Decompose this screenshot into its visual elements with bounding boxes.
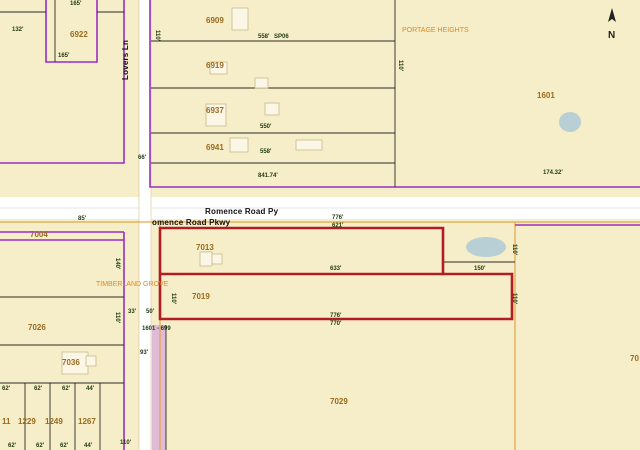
dimension-label: 1601 - 699 bbox=[142, 326, 171, 332]
dimension-label: 140' bbox=[114, 258, 120, 270]
parcel-number: 6922 bbox=[70, 30, 88, 39]
dimension-label: 110' bbox=[120, 440, 132, 446]
pond bbox=[559, 112, 581, 132]
dimension-label: 85' bbox=[78, 216, 87, 222]
road-label-romence-lower: omence Road Pkwy bbox=[152, 218, 231, 227]
dimension-label: 62' bbox=[62, 386, 71, 392]
dimension-label: 165' bbox=[58, 53, 70, 59]
parcel-number: 7019 bbox=[192, 292, 210, 301]
dimension-label: 62' bbox=[8, 443, 17, 449]
road-label-lovers-lane: Lovers Ln bbox=[121, 40, 130, 80]
parcel-number: 6909 bbox=[206, 16, 224, 25]
dimension-label: 558' bbox=[258, 34, 270, 40]
dimension-label: 110' bbox=[511, 293, 517, 305]
dimension-label: 770' bbox=[330, 321, 342, 327]
parcel-number: 7004 bbox=[30, 230, 48, 239]
dimension-label: 44' bbox=[86, 386, 95, 392]
dimension-label: 44' bbox=[84, 443, 93, 449]
dimension-label: 66' bbox=[138, 155, 147, 161]
parcel-number: 1267 bbox=[78, 417, 96, 426]
parcel-number: 11 bbox=[2, 417, 11, 426]
dimension-label: 550' bbox=[260, 124, 272, 130]
parcel-number: 6919 bbox=[206, 61, 224, 70]
dimension-label: 93' bbox=[140, 350, 149, 356]
dimension-label: 776' bbox=[330, 313, 342, 319]
parcel-number: 7013 bbox=[196, 243, 214, 252]
right-of-way-strip bbox=[152, 325, 166, 450]
parcel-number: 6941 bbox=[206, 143, 224, 152]
subdivision-label-portage-heights: PORTAGE HEIGHTS bbox=[402, 27, 469, 34]
dimension-label: 62' bbox=[36, 443, 45, 449]
pond bbox=[466, 237, 506, 257]
dimension-label: 62' bbox=[2, 386, 11, 392]
dimension-label: 841.74' bbox=[258, 173, 278, 179]
road-label-romence-upper: Romence Road Py bbox=[205, 207, 279, 216]
dimension-label: 165' bbox=[70, 1, 82, 7]
dimension-label: 110' bbox=[511, 244, 517, 256]
parcel-number: 1229 bbox=[18, 417, 36, 426]
parcel-number: 70 bbox=[630, 354, 639, 363]
compass-label: N bbox=[608, 30, 615, 41]
parcel-number: 6937 bbox=[206, 106, 224, 115]
dimension-label: 62' bbox=[34, 386, 43, 392]
dimension-label: 621' bbox=[332, 223, 344, 229]
subdivision-label-timberland-grove: TIMBERLAND GROVE bbox=[96, 281, 169, 288]
dimension-label: 110' bbox=[170, 293, 176, 305]
dimension-label: 150' bbox=[474, 266, 486, 272]
parcel-number: 1601 bbox=[537, 91, 555, 100]
dimension-label: 110' bbox=[397, 60, 403, 72]
dimension-label: 132' bbox=[12, 27, 24, 33]
parcel-number: 1249 bbox=[45, 417, 63, 426]
parcel-number: 7029 bbox=[330, 397, 348, 406]
dimension-label: 110' bbox=[154, 30, 160, 42]
dimension-label: 558' bbox=[260, 149, 272, 155]
dimension-label: 633' bbox=[330, 266, 342, 272]
parcel-number: 7036 bbox=[62, 358, 80, 367]
dimension-label: 33' bbox=[128, 309, 137, 315]
dimension-label: 62' bbox=[60, 443, 69, 449]
dimension-label: SP06 bbox=[274, 34, 289, 40]
dimension-label: 110' bbox=[114, 312, 120, 324]
parcel-map[interactable]: Romence Road Py omence Road Pkwy Lovers … bbox=[0, 0, 640, 450]
dimension-label: 174.32' bbox=[543, 170, 563, 176]
dimension-label: 50' bbox=[146, 309, 155, 315]
parcel-number: 7026 bbox=[28, 323, 46, 332]
dimension-label: 776' bbox=[332, 215, 344, 221]
